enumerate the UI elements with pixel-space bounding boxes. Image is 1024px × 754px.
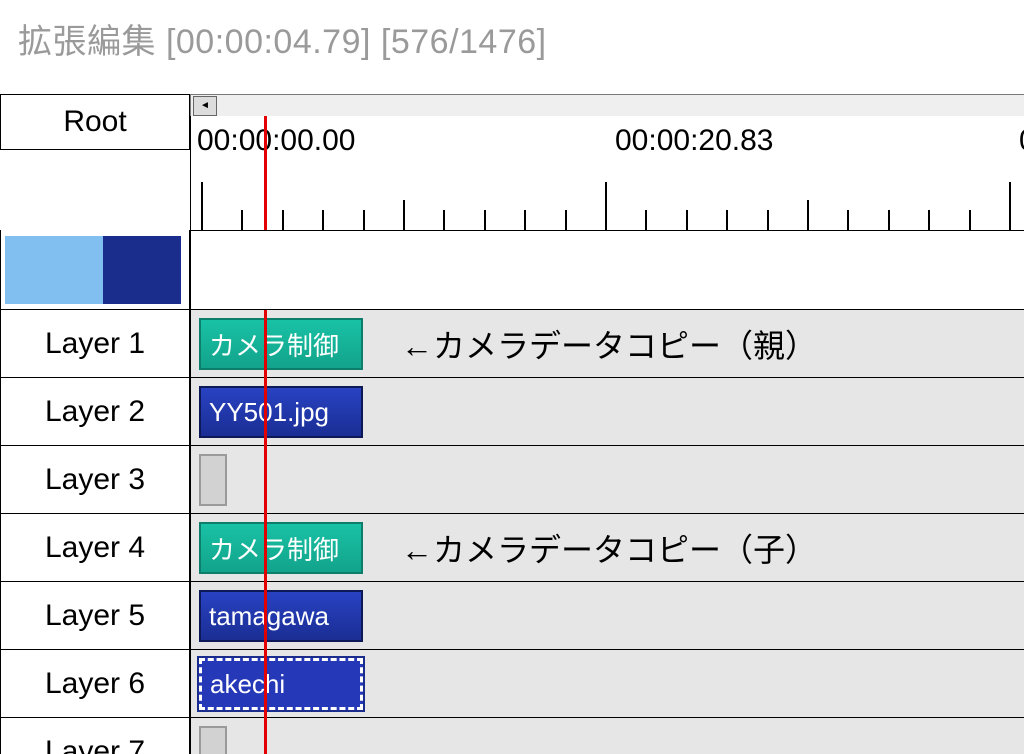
annotation-parent: ←カメラデータコピー（親） (401, 321, 817, 367)
layer-7-label[interactable]: Layer 7 (0, 718, 190, 754)
clip-tamagawa[interactable]: tamagawa (199, 590, 363, 642)
layer-6-track[interactable]: akechi (190, 650, 1024, 718)
layer-name: Layer 7 (45, 735, 145, 754)
layer-5-label[interactable]: Layer 5 (0, 582, 190, 650)
annotation-child: ←カメラデータコピー（子） (401, 525, 817, 571)
layer-3-track[interactable] (190, 446, 1024, 514)
layer-2-label[interactable]: Layer 2 (0, 378, 190, 446)
clip-camera-control-child[interactable]: カメラ制御 (199, 522, 363, 574)
horizontal-scrollbar[interactable]: ◄ (190, 94, 1024, 116)
layer-5-track[interactable]: tamagawa (190, 582, 1024, 650)
ruler-label-1: 00:00:20.83 (615, 124, 773, 158)
thumbnail-strip (5, 236, 181, 304)
timeline-header: ◄ 00:00:00.00 00:00:20.83 00:00:41.66 (190, 94, 1024, 230)
clip-empty-placeholder[interactable] (199, 726, 227, 754)
layer-name: Layer 1 (45, 327, 145, 361)
layer-name: Layer 3 (45, 463, 145, 497)
layer-name: Layer 2 (45, 395, 145, 429)
layer-name: Layer 5 (45, 599, 145, 633)
layer-4-track[interactable]: カメラ制御 ←カメラデータコピー（子） (190, 514, 1024, 582)
ruler-label-2: 00:00:41.66 (1019, 124, 1024, 158)
layer-7-track[interactable] (190, 718, 1024, 754)
clip-image-yy501[interactable]: YY501.jpg (199, 386, 363, 438)
playhead (264, 446, 267, 514)
clip-akechi-selected[interactable]: akechi (199, 658, 363, 710)
playhead (264, 718, 267, 754)
clip-camera-control-parent[interactable]: カメラ制御 (199, 318, 363, 370)
layer-4-label[interactable]: Layer 4 (0, 514, 190, 582)
window-title: 拡張編集 [00:00:04.79] [576/1476] (0, 0, 1024, 94)
layer-2-track[interactable]: YY501.jpg (190, 378, 1024, 446)
ruler-label-0: 00:00:00.00 (197, 124, 355, 158)
layer-name: Layer 6 (45, 667, 145, 701)
layer-6-label[interactable]: Layer 6 (0, 650, 190, 718)
timeline: Root ◄ 00:00:00.00 00:00:20.83 00:00:41.… (0, 94, 1024, 754)
ruler-ticks (191, 170, 1024, 230)
scroll-left-button[interactable]: ◄ (193, 96, 217, 116)
layer-1-track[interactable]: カメラ制御 ←カメラデータコピー（親） (190, 310, 1024, 378)
layer-name: Layer 4 (45, 531, 145, 565)
time-ruler[interactable]: 00:00:00.00 00:00:20.83 00:00:41.66 (190, 116, 1024, 230)
preview-track (190, 230, 1024, 310)
layer-1-label[interactable]: Layer 1 (0, 310, 190, 378)
layer-3-label[interactable]: Layer 3 (0, 446, 190, 514)
preview-thumbnail (0, 230, 190, 310)
ruler-labels: 00:00:00.00 00:00:20.83 00:00:41.66 (191, 124, 1024, 164)
root-button[interactable]: Root (0, 94, 190, 150)
clip-empty-placeholder[interactable] (199, 454, 227, 506)
